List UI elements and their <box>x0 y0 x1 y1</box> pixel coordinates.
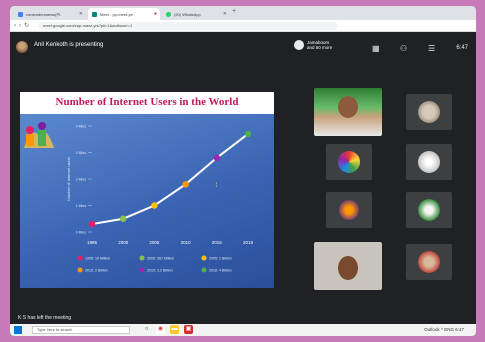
people-illustration <box>24 122 54 148</box>
presentation-slide: Number of Internet Users in the World 0 … <box>20 92 274 288</box>
meet-topbar: Anil Kenkoth is presenting Jamaboors and… <box>10 32 476 72</box>
legend-label: 2015: 3.2 Billion <box>147 269 173 273</box>
series-line <box>91 133 249 226</box>
meet-icon <box>92 11 97 17</box>
participant-tile[interactable] <box>406 192 452 228</box>
y-tick-label: 4 Mios <box>76 125 87 129</box>
legend-label: 2000: 361 Million <box>147 257 174 261</box>
participant-avatar <box>294 40 304 50</box>
tab-meet[interactable]: Meet - pp-meet-ye ● <box>88 8 160 20</box>
close-icon[interactable]: ✕ <box>223 11 227 17</box>
nav-arrows-icon[interactable]: ‹›↻ <box>14 22 32 29</box>
people-icon[interactable]: ⚇ <box>400 44 407 53</box>
video-tile-participant[interactable] <box>314 242 382 290</box>
windows-start-icon[interactable] <box>14 326 22 334</box>
slide-title: Number of Internet Users in the World <box>55 96 239 108</box>
legend-label: 1995: 16 Million <box>85 257 110 261</box>
participant-tile[interactable] <box>406 144 452 180</box>
y-tick-label: 3 Mios <box>76 151 87 155</box>
new-tab-icon[interactable]: + <box>232 8 236 15</box>
legend-marker <box>77 267 83 273</box>
y-tick-label: 0 Mios <box>76 231 87 235</box>
meeting-notice: K S has left the meeting <box>18 315 72 321</box>
grid-view-icon[interactable]: ▦ <box>372 44 380 53</box>
legend-marker <box>139 267 145 273</box>
legend-marker <box>77 255 83 261</box>
legend-label: 2010: 2 Billion <box>85 269 108 273</box>
participant-tile[interactable] <box>326 144 372 180</box>
taskbar-search[interactable]: Type here to search <box>32 326 130 334</box>
chat-icon[interactable]: ☰ <box>428 44 435 53</box>
close-icon[interactable]: ✕ <box>79 11 83 17</box>
participant-tile[interactable] <box>406 244 452 280</box>
folder-icon[interactable]: ▬ <box>170 325 179 334</box>
tab-whatsapp[interactable]: (20) WhatsApp ✕ <box>162 8 230 20</box>
chart-marker: ¦ <box>216 182 217 188</box>
legend-marker <box>201 267 207 273</box>
x-tick-label: 1995 <box>87 240 98 245</box>
x-tick-label: 2000 <box>118 240 129 245</box>
x-tick-label: 2015 <box>212 240 223 245</box>
tab-contendersnews[interactable]: contendersnews(Pl. ✕ <box>14 8 86 20</box>
data-point <box>120 215 127 222</box>
windows-taskbar: Type here to search ○ ◉ ▬ ▣ Outlook ^ EN… <box>10 324 476 336</box>
y-axis-label: Number of Internet users <box>66 157 71 201</box>
whatsapp-icon <box>166 11 171 17</box>
participant-tile[interactable] <box>406 94 452 130</box>
clock: 6:47 <box>456 45 468 51</box>
chart-area: 0 Mios 1 Mios 2 Mios 3 Mios 4 Mios Number of … <box>20 114 274 288</box>
y-tick-label: 1 Mios <box>76 204 87 208</box>
legend-marker <box>201 255 207 261</box>
y-tick-label: 2 Mios <box>76 178 87 182</box>
x-tick-label: 2010 <box>181 240 192 245</box>
internet-users-chart: 0 Mios 1 Mios 2 Mios 3 Mios 4 Mios Number of … <box>66 125 254 273</box>
screen: contendersnews(Pl. ✕ Meet - pp-meet-ye ●… <box>10 6 476 336</box>
pdf-icon[interactable]: ▣ <box>184 325 193 334</box>
site-icon <box>18 11 23 17</box>
data-point <box>151 202 158 209</box>
data-point <box>213 154 220 161</box>
data-point <box>88 220 96 228</box>
url-field[interactable]: meet.google.com/zap-maxz-yrs?pli=1&authu… <box>38 22 338 30</box>
browser-tabbar: contendersnews(Pl. ✕ Meet - pp-meet-ye ●… <box>10 6 476 20</box>
x-tick-label: 2018 <box>243 240 254 245</box>
avatar <box>16 41 28 53</box>
chrome-icon[interactable]: ◉ <box>156 325 165 334</box>
legend-label: 2018: 4 Billion <box>209 269 232 273</box>
participant-tiles <box>310 88 476 318</box>
task-view-icon[interactable]: ○ <box>142 325 151 334</box>
system-tray: Outlook ^ ENG 6:47 <box>424 327 464 332</box>
data-point <box>244 130 252 138</box>
presenting-label: Anil Kenkoth is presenting <box>34 42 104 48</box>
participant-tile[interactable] <box>326 192 372 228</box>
legend-label: 2005: 1 Billion <box>209 257 232 261</box>
video-tile-presenter[interactable] <box>314 88 382 136</box>
address-bar: ‹›↻ meet.google.com/zap-maxz-yrs?pli=1&a… <box>10 20 476 32</box>
participants-indicator[interactable]: Jamaboors and 50 more <box>294 40 332 50</box>
legend-marker <box>139 255 145 261</box>
recording-dot-icon: ● <box>153 11 157 17</box>
data-point <box>182 181 189 188</box>
x-tick-label: 2005 <box>149 240 160 245</box>
